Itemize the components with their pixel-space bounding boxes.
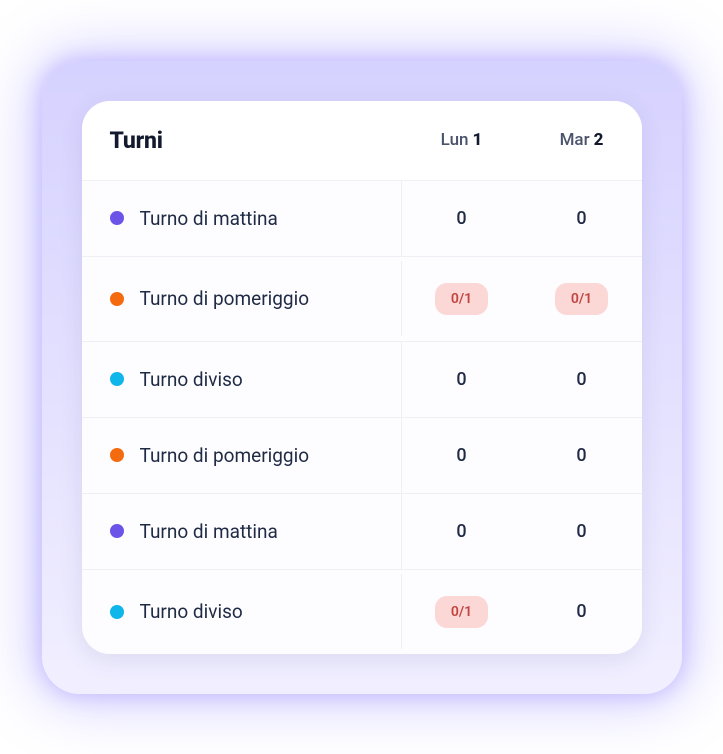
header-day-2: Mar2 — [522, 104, 642, 176]
shift-color-dot — [110, 605, 124, 619]
day-number: 2 — [594, 130, 604, 150]
page-title: Turni — [110, 127, 163, 154]
table-row[interactable]: Turno diviso 0/1 0 — [82, 570, 642, 654]
shift-day-cell[interactable]: 0/1 — [402, 257, 522, 341]
table-row[interactable]: Turno di mattina 0 0 — [82, 494, 642, 570]
shift-name-label: Turno diviso — [140, 600, 243, 623]
header-title-cell: Turni — [82, 101, 402, 180]
shift-name-label: Turno di pomeriggio — [140, 444, 310, 467]
shift-count: 0 — [456, 369, 466, 390]
shift-day-cell[interactable]: 0/1 — [522, 257, 642, 341]
shift-day-cell[interactable]: 0 — [402, 182, 522, 255]
understaffed-badge: 0/1 — [555, 283, 608, 315]
understaffed-badge: 0/1 — [435, 596, 488, 628]
shift-count: 0 — [576, 369, 586, 390]
shift-day-cell[interactable]: 0 — [402, 419, 522, 492]
shift-count: 0 — [576, 521, 586, 542]
shift-name-label: Turno diviso — [140, 368, 243, 391]
glow-panel: Turni Lun1 Mar2 Turno di mattina00Turno … — [42, 61, 682, 694]
day-short: Lun — [441, 130, 469, 150]
shift-day-cell[interactable]: 0 — [522, 495, 642, 568]
table-row[interactable]: Turno di pomeriggio 0/1 0/1 — [82, 257, 642, 342]
table-row[interactable]: Turno di mattina 0 0 — [82, 181, 642, 257]
shift-color-dot — [110, 524, 124, 538]
shift-name-cell: Turno di mattina — [82, 494, 402, 569]
shift-count: 0 — [576, 445, 586, 466]
shift-count: 0 — [456, 208, 466, 229]
table-row[interactable]: Turno di pomeriggio 0 0 — [82, 418, 642, 494]
shift-name-label: Turno di mattina — [140, 207, 278, 230]
shift-day-cell[interactable]: 0 — [402, 343, 522, 416]
shift-day-cell[interactable]: 0 — [522, 575, 642, 648]
shift-name-cell: Turno di mattina — [82, 181, 402, 256]
shift-count: 0 — [456, 521, 466, 542]
shift-day-cell[interactable]: 0/1 — [402, 570, 522, 654]
shift-count: 0 — [456, 445, 466, 466]
day-label: Mar2 — [560, 130, 604, 150]
shift-count: 0 — [576, 601, 586, 622]
shift-day-cell[interactable]: 0 — [522, 182, 642, 255]
shift-name-label: Turno di mattina — [140, 520, 278, 543]
shift-color-dot — [110, 292, 124, 306]
shift-color-dot — [110, 448, 124, 462]
table-header-row: Turni Lun1 Mar2 — [82, 101, 642, 181]
day-label: Lun1 — [441, 130, 483, 150]
day-number: 1 — [473, 130, 483, 150]
understaffed-badge: 0/1 — [435, 283, 488, 315]
day-short: Mar — [560, 130, 590, 150]
table-row[interactable]: Turno diviso 0 0 — [82, 342, 642, 418]
shift-name-cell: Turno di pomeriggio — [82, 261, 402, 336]
shift-day-cell[interactable]: 0 — [402, 495, 522, 568]
shift-name-cell: Turno di pomeriggio — [82, 418, 402, 493]
shift-color-dot — [110, 372, 124, 386]
table-body: Turno di mattina 0 0 Turno di pomeriggio 0/1… — [82, 181, 642, 654]
shift-name-label: Turno di pomeriggio — [140, 287, 310, 310]
shift-day-cell[interactable]: 0 — [522, 419, 642, 492]
shift-count: 0 — [576, 208, 586, 229]
shifts-card: Turni Lun1 Mar2 Turno di mattina00Turno … — [82, 101, 642, 654]
shift-name-cell: Turno diviso — [82, 574, 402, 649]
shift-color-dot — [110, 211, 124, 225]
shift-name-cell: Turno diviso — [82, 342, 402, 417]
shift-day-cell[interactable]: 0 — [522, 343, 642, 416]
header-day-1: Lun1 — [402, 104, 522, 176]
